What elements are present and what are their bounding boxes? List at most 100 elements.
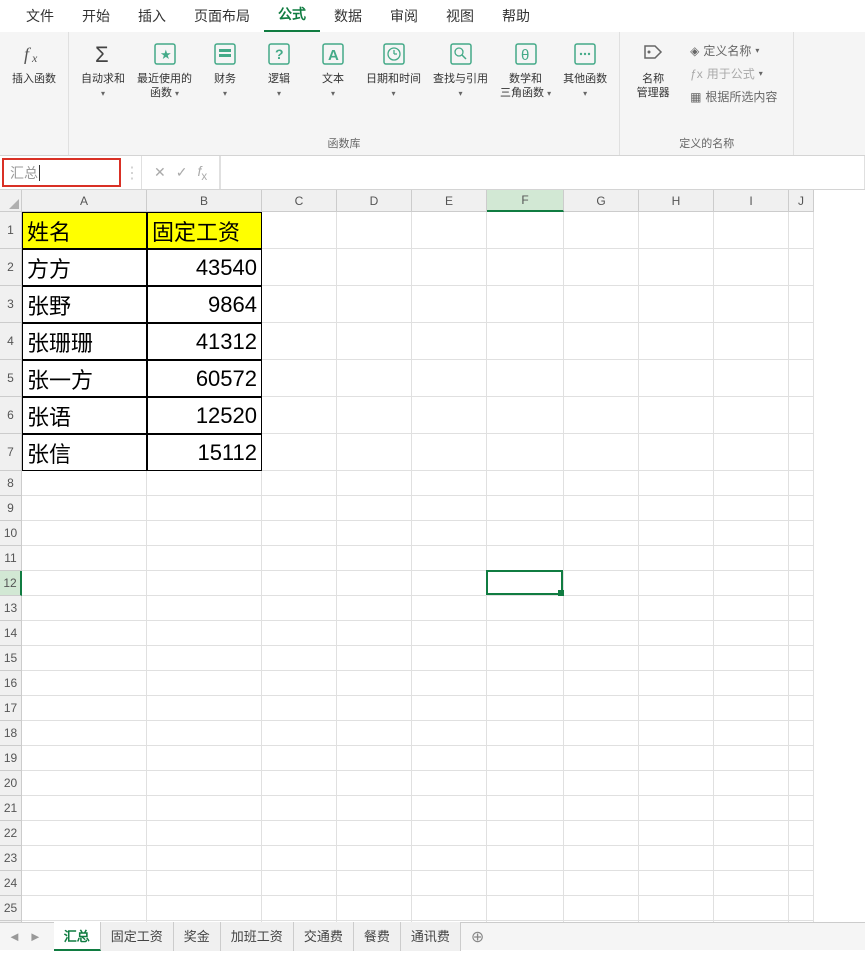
row-header[interactable]: 7 bbox=[0, 434, 22, 471]
cell[interactable] bbox=[337, 286, 412, 323]
cell[interactable] bbox=[714, 496, 789, 521]
cell[interactable] bbox=[147, 646, 262, 671]
cell[interactable]: 张一方 bbox=[22, 360, 147, 397]
math-button[interactable]: θ 数学和 三角函数 ▾ bbox=[494, 36, 557, 103]
cell[interactable] bbox=[22, 496, 147, 521]
cell[interactable] bbox=[22, 921, 147, 922]
cell[interactable] bbox=[262, 696, 337, 721]
cell[interactable] bbox=[22, 871, 147, 896]
cell[interactable] bbox=[714, 596, 789, 621]
cell[interactable] bbox=[789, 721, 814, 746]
cell[interactable] bbox=[564, 671, 639, 696]
cell[interactable] bbox=[487, 471, 564, 496]
column-header[interactable]: J bbox=[789, 190, 814, 212]
cell[interactable] bbox=[412, 846, 487, 871]
more-functions-button[interactable]: 其他函数▾ bbox=[557, 36, 613, 103]
cell[interactable] bbox=[714, 796, 789, 821]
cell[interactable] bbox=[262, 596, 337, 621]
cell[interactable] bbox=[22, 721, 147, 746]
cell[interactable] bbox=[789, 846, 814, 871]
cell[interactable] bbox=[262, 360, 337, 397]
cell[interactable] bbox=[262, 746, 337, 771]
cell[interactable] bbox=[639, 921, 714, 922]
cell[interactable] bbox=[564, 323, 639, 360]
row-header[interactable]: 8 bbox=[0, 471, 22, 496]
cell[interactable] bbox=[487, 746, 564, 771]
cell[interactable] bbox=[262, 323, 337, 360]
menu-tab-公式[interactable]: 公式 bbox=[264, 0, 320, 32]
cell[interactable] bbox=[262, 721, 337, 746]
cell[interactable] bbox=[412, 771, 487, 796]
cell[interactable] bbox=[714, 521, 789, 546]
cell[interactable] bbox=[639, 696, 714, 721]
cell[interactable] bbox=[487, 871, 564, 896]
cell[interactable] bbox=[337, 546, 412, 571]
column-header[interactable]: E bbox=[412, 190, 487, 212]
cell[interactable] bbox=[337, 821, 412, 846]
sheet-tab[interactable]: 奖金 bbox=[174, 922, 221, 951]
cell[interactable] bbox=[337, 896, 412, 921]
cell[interactable] bbox=[22, 571, 147, 596]
cell[interactable] bbox=[262, 821, 337, 846]
cell[interactable] bbox=[412, 323, 487, 360]
column-header[interactable]: B bbox=[147, 190, 262, 212]
cell[interactable]: 方方 bbox=[22, 249, 147, 286]
cell[interactable]: 张语 bbox=[22, 397, 147, 434]
cell[interactable] bbox=[714, 323, 789, 360]
cell[interactable] bbox=[337, 571, 412, 596]
menu-tab-页面布局[interactable]: 页面布局 bbox=[180, 0, 264, 32]
cell[interactable] bbox=[412, 496, 487, 521]
cell[interactable] bbox=[789, 546, 814, 571]
row-header[interactable]: 26 bbox=[0, 921, 22, 922]
cell[interactable]: 12520 bbox=[147, 397, 262, 434]
cell[interactable] bbox=[789, 596, 814, 621]
cell[interactable] bbox=[789, 871, 814, 896]
row-header[interactable]: 12 bbox=[0, 571, 22, 596]
row-header[interactable]: 22 bbox=[0, 821, 22, 846]
cell[interactable] bbox=[22, 796, 147, 821]
cell[interactable] bbox=[789, 821, 814, 846]
cell[interactable] bbox=[487, 571, 564, 596]
cell[interactable] bbox=[789, 496, 814, 521]
cell[interactable] bbox=[564, 571, 639, 596]
cell[interactable] bbox=[412, 871, 487, 896]
cell[interactable] bbox=[412, 471, 487, 496]
cell[interactable] bbox=[487, 771, 564, 796]
cell[interactable] bbox=[487, 846, 564, 871]
cell[interactable] bbox=[639, 621, 714, 646]
row-header[interactable]: 25 bbox=[0, 896, 22, 921]
cancel-icon[interactable]: ✕ bbox=[154, 164, 166, 181]
enter-icon[interactable]: ✓ bbox=[176, 164, 188, 181]
sheet-tab[interactable]: 餐费 bbox=[354, 922, 401, 951]
cell[interactable] bbox=[714, 846, 789, 871]
cell[interactable] bbox=[714, 721, 789, 746]
cell[interactable] bbox=[714, 212, 789, 249]
cell[interactable] bbox=[487, 212, 564, 249]
cell[interactable] bbox=[412, 360, 487, 397]
cell[interactable] bbox=[789, 921, 814, 922]
lookup-button[interactable]: 查找与引用▾ bbox=[427, 36, 494, 103]
cell[interactable] bbox=[147, 871, 262, 896]
fx-icon[interactable]: fx bbox=[197, 163, 207, 183]
sheet-tab[interactable]: 通讯费 bbox=[401, 922, 461, 951]
cell[interactable] bbox=[487, 896, 564, 921]
cell[interactable] bbox=[262, 646, 337, 671]
cell[interactable] bbox=[564, 521, 639, 546]
cell[interactable] bbox=[714, 746, 789, 771]
cell[interactable] bbox=[789, 896, 814, 921]
cell[interactable] bbox=[789, 212, 814, 249]
cell[interactable] bbox=[789, 434, 814, 471]
cell[interactable] bbox=[262, 546, 337, 571]
cell[interactable] bbox=[564, 360, 639, 397]
cell[interactable] bbox=[639, 521, 714, 546]
cell[interactable] bbox=[22, 621, 147, 646]
cell[interactable] bbox=[262, 846, 337, 871]
cell[interactable] bbox=[262, 796, 337, 821]
row-header[interactable]: 3 bbox=[0, 286, 22, 323]
cell[interactable] bbox=[487, 696, 564, 721]
cell[interactable] bbox=[262, 521, 337, 546]
cell[interactable] bbox=[639, 434, 714, 471]
cell[interactable] bbox=[564, 496, 639, 521]
autosum-button[interactable]: Σ 自动求和▾ bbox=[75, 36, 131, 103]
cell[interactable] bbox=[412, 671, 487, 696]
